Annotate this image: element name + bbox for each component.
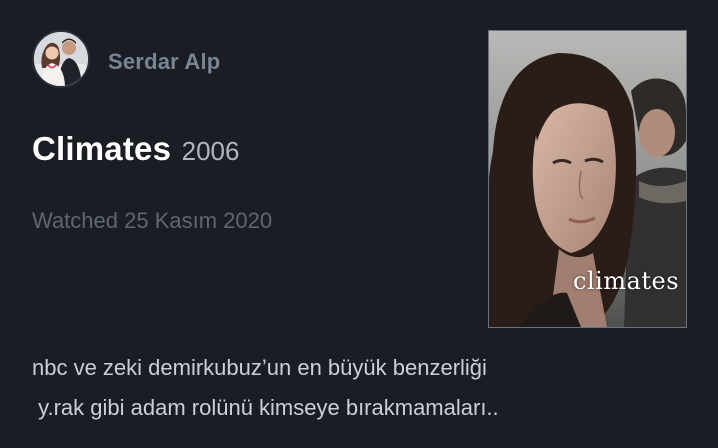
author-avatar[interactable] (32, 30, 90, 88)
watched-label: Watched (32, 208, 119, 233)
review-text-line: nbc ve zeki demirkubuz’un en büyük benze… (32, 355, 487, 380)
film-title[interactable]: Climates (32, 130, 171, 167)
film-year[interactable]: 2006 (182, 136, 240, 166)
author-name[interactable]: Serdar Alp (108, 49, 220, 75)
poster-caption: climates (573, 267, 680, 295)
review-card: Serdar Alp Climates 2006 Watched 25 Kası… (0, 0, 718, 448)
film-poster[interactable]: climates (488, 30, 687, 328)
watched-date[interactable]: 25 Kasım 2020 (124, 208, 272, 233)
film-title-row: Climates 2006 (32, 130, 239, 168)
avatar-photo-icon (34, 32, 88, 86)
watched-date-line: Watched 25 Kasım 2020 (32, 208, 272, 234)
review-body: nbc ve zeki demirkubuz’un en büyük benze… (32, 348, 672, 428)
review-text-line: y.rak gibi adam rolünü kimseye bırakmama… (32, 395, 499, 420)
